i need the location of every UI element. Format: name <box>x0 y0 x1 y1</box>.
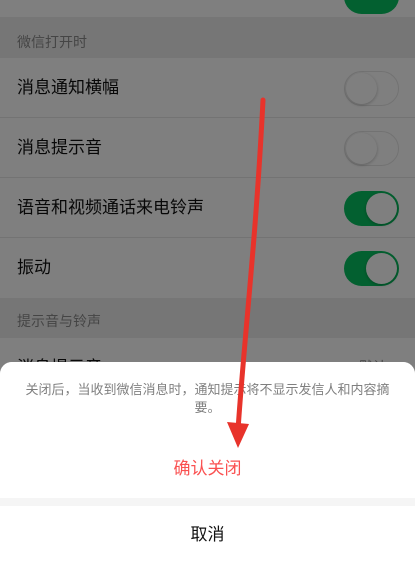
action-sheet: 关闭后，当收到微信消息时，通知提示将不显示发信人和内容摘要。 确认关闭 取消 <box>0 362 415 567</box>
action-sheet-description: 关闭后，当收到微信消息时，通知提示将不显示发信人和内容摘要。 <box>25 383 390 416</box>
action-sheet-main: 关闭后，当收到微信消息时，通知提示将不显示发信人和内容摘要。 确认关闭 <box>0 362 415 498</box>
confirm-close-button[interactable]: 确认关闭 <box>0 454 415 484</box>
cancel-button[interactable]: 取消 <box>0 506 415 567</box>
